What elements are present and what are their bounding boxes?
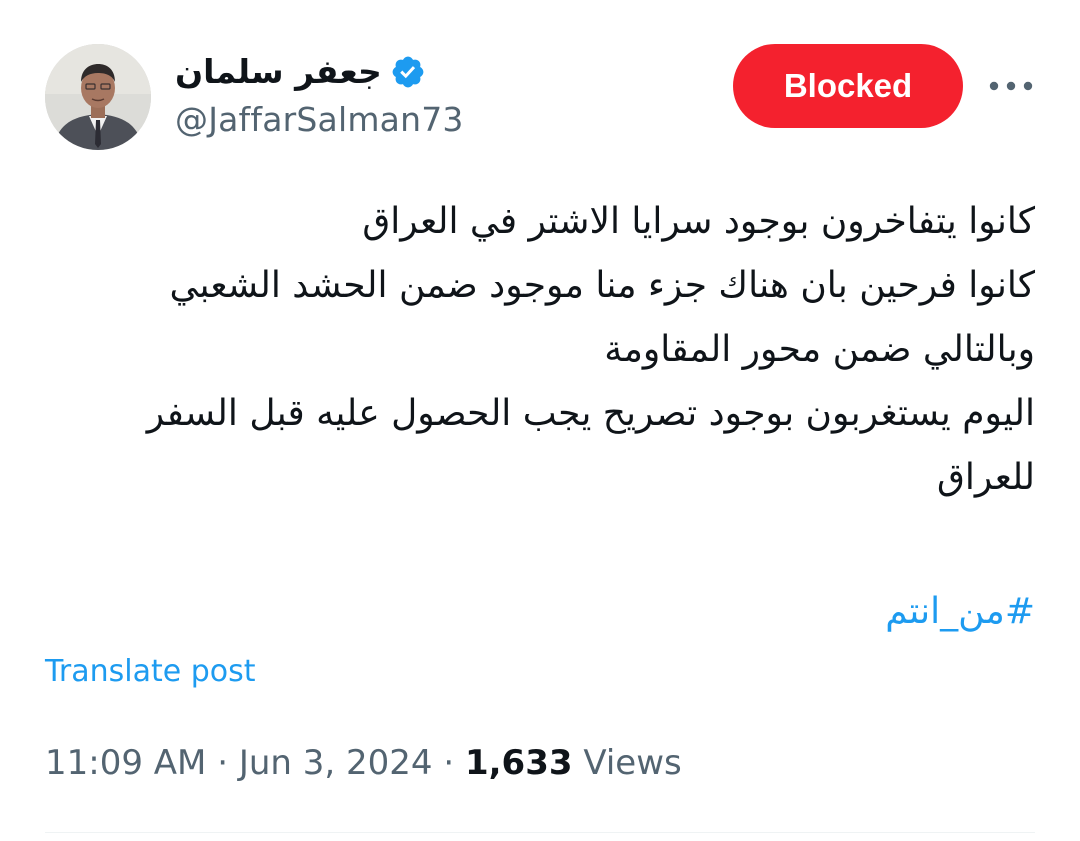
meta-separator: · [217, 743, 229, 783]
meta-separator: · [443, 743, 455, 783]
post-text-line: اليوم يستغربون بوجود تصريح يجب الحصول عل… [146, 393, 1035, 434]
profile-photo [45, 44, 151, 150]
translate-post-link[interactable]: Translate post [45, 650, 256, 694]
post-date[interactable]: Jun 3, 2024 [239, 743, 433, 783]
author-name-row[interactable]: جعفر سلمان [175, 50, 426, 94]
hashtag-link[interactable]: #من_انتم [885, 580, 1035, 644]
post-text-line: للعراق [936, 457, 1035, 498]
post-time[interactable]: 11:09 AM [45, 743, 206, 783]
views-label: Views [583, 743, 682, 783]
blocked-button[interactable]: Blocked [733, 44, 963, 128]
post-text-line: وبالتالي ضمن محور المقاومة [604, 329, 1035, 370]
post-text: كانوا يتفاخرون بوجود سرايا الاشتر في الع… [45, 190, 1035, 510]
post-text-line: كانوا يتفاخرون بوجود سرايا الاشتر في الع… [362, 201, 1035, 242]
display-name[interactable]: جعفر سلمان [175, 50, 382, 94]
avatar[interactable] [45, 44, 151, 150]
more-horizontal-icon [989, 81, 1033, 91]
author-handle[interactable]: @JaffarSalman73 [175, 98, 464, 142]
post-meta: 11:09 AM · Jun 3, 2024 · 1,633 Views [45, 738, 682, 788]
divider [45, 832, 1035, 833]
post-text-line: كانوا فرحين بان هناك جزء منا موجود ضمن ا… [169, 265, 1035, 306]
verified-badge-icon [390, 54, 426, 90]
more-options-button[interactable] [988, 66, 1034, 106]
views-count: 1,633 [464, 743, 573, 783]
